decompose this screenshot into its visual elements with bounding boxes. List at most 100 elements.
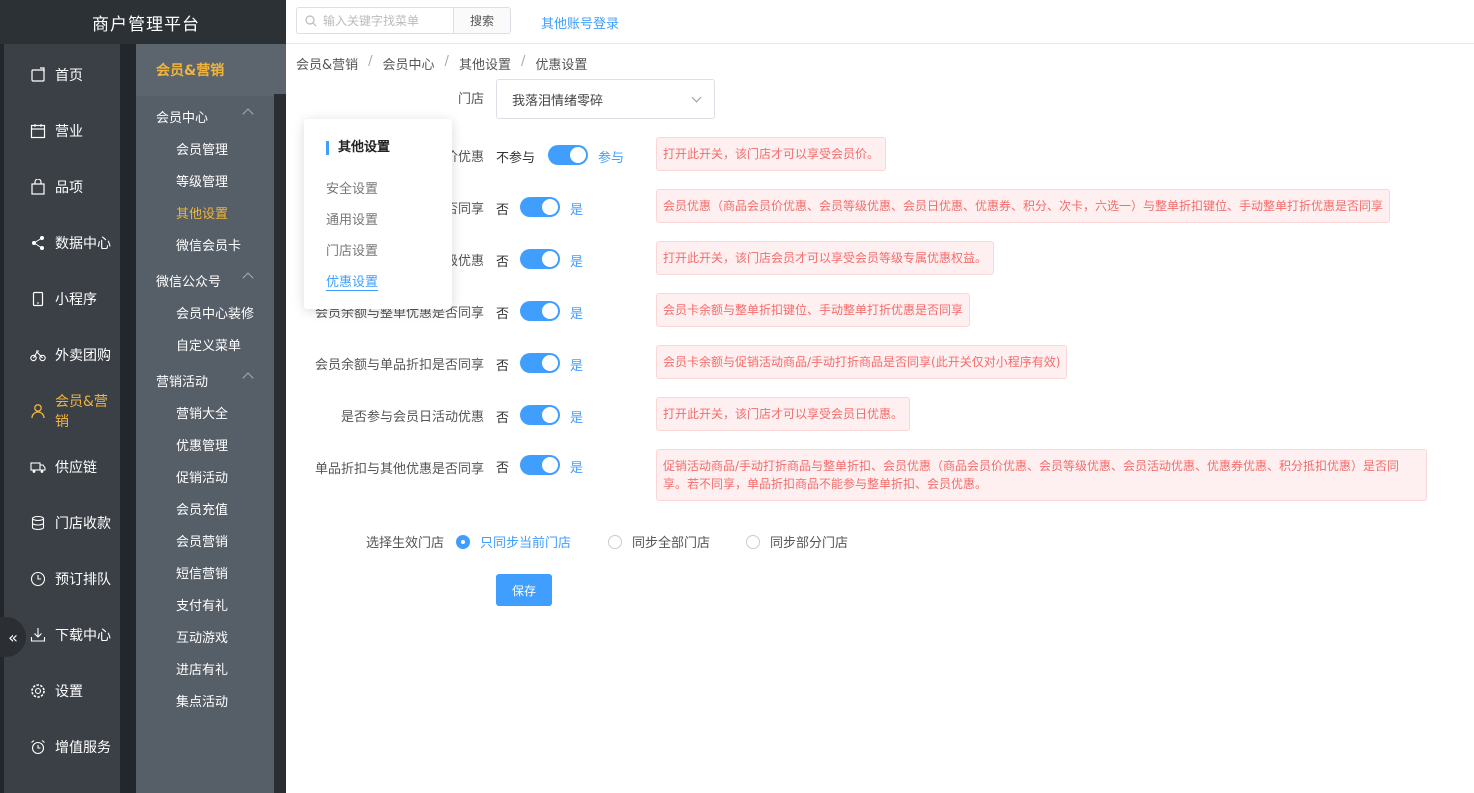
nav-item-reservation[interactable]: 预订排队: [4, 551, 120, 607]
subnav-item-member-manage[interactable]: 会员管理: [136, 132, 286, 164]
switch-on-text: 是: [570, 411, 584, 426]
nav-item-home[interactable]: 首页: [4, 47, 120, 103]
nav-label: 设置: [55, 684, 83, 700]
member-day-switch[interactable]: [520, 405, 560, 425]
nav-item-store-payment[interactable]: 门店收款: [4, 495, 120, 551]
switch-knob: [542, 407, 558, 423]
subnav-item-interactive-game[interactable]: 互动游戏: [136, 620, 286, 652]
balance-item-share-switch[interactable]: [520, 353, 560, 373]
nav-item-data-center[interactable]: 数据中心: [4, 215, 120, 271]
subnav-item-promotion[interactable]: 促销活动: [136, 460, 286, 492]
tip-member-day: 打开此开关，该门店才可以享受会员日优惠。: [656, 397, 911, 431]
chevron-up-icon: [242, 108, 254, 120]
subnav-item-wechat-card[interactable]: 微信会员卡: [136, 228, 286, 260]
nav-label: 预订排队: [55, 572, 111, 588]
nav-item-business[interactable]: 营业: [4, 103, 120, 159]
subnav-item-level-manage[interactable]: 等级管理: [136, 164, 286, 196]
save-button[interactable]: 保存: [496, 574, 552, 606]
subnav-item-marketing-all[interactable]: 营销大全: [136, 396, 286, 428]
level-discount-switch[interactable]: [520, 249, 560, 269]
subnav-group-marketing[interactable]: 营销活动: [136, 364, 286, 396]
store-label: 门店: [457, 92, 484, 107]
row-label-balance-item-share: 会员余额与单品折扣是否同享: [314, 358, 484, 373]
other-settings-popup: 其他设置 安全设置 通用设置 门店设置 优惠设置: [304, 119, 452, 309]
database-icon: [30, 515, 46, 531]
member-price-switch[interactable]: [548, 145, 588, 165]
tip-balance-item-share: 会员卡余额与促销活动商品/手动打折商品是否同享(此开关仅对小程序有效): [656, 345, 1068, 379]
breadcrumb-item[interactable]: 会员中心: [383, 54, 435, 73]
subnav-item-custom-menu[interactable]: 自定义菜单: [136, 328, 286, 360]
switch-on-text: 是: [570, 359, 584, 374]
sub-sidebar: 会员&营销 会员中心 会员管理 等级管理 其他设置 微信会员卡 微信公众号 会员…: [136, 44, 286, 793]
nav-item-settings[interactable]: 设置: [4, 663, 120, 719]
group-label: 会员中心: [156, 110, 209, 126]
subnav-item-member-center-decor[interactable]: 会员中心装修: [136, 296, 286, 328]
search-button[interactable]: 搜索: [453, 7, 511, 34]
subnav-item-sms-marketing[interactable]: 短信营销: [136, 556, 286, 588]
nav-label: 门店收款: [55, 516, 111, 532]
subnav-item-other-settings[interactable]: 其他设置: [136, 196, 286, 228]
popup-item-general[interactable]: 通用设置: [326, 209, 378, 228]
nav-item-products[interactable]: 品项: [4, 159, 120, 215]
switch-knob: [542, 251, 558, 267]
subnav-group-member-center[interactable]: 会员中心: [136, 100, 286, 132]
item-discount-share-switch[interactable]: [520, 455, 560, 475]
nav-label: 供应链: [55, 460, 97, 476]
radio-dot: [456, 534, 470, 549]
nav-item-value-added[interactable]: 增值服务: [4, 719, 120, 775]
main-sidebar: 商户管理平台 首页 营业 品项 数据中心 小程序 外卖团购 会员&营销 供应链 …: [0, 0, 286, 793]
subnav-item-discount-manage[interactable]: 优惠管理: [136, 428, 286, 460]
switch-off-text: 否: [496, 411, 510, 426]
nav-label: 会员&营销: [55, 394, 108, 430]
breadcrumb-separator: /: [520, 54, 526, 69]
popup-item-store[interactable]: 门店设置: [326, 240, 378, 259]
radio-some-stores[interactable]: 同步部分门店: [746, 532, 848, 551]
breadcrumb: 会员&营销 / 会员中心 / 其他设置 / 优惠设置: [296, 54, 587, 73]
group-label: 营销活动: [156, 374, 209, 390]
switch-off-text: 否: [496, 307, 510, 322]
breadcrumb-item[interactable]: 其他设置: [459, 54, 511, 73]
store-select[interactable]: 我落泪情绪零碎: [496, 79, 715, 119]
popup-item-discount[interactable]: 优惠设置: [326, 271, 378, 290]
radio-label: 同步部分门店: [770, 536, 849, 551]
search-icon: [305, 14, 317, 26]
breadcrumb-item[interactable]: 会员&营销: [296, 54, 358, 73]
switch-on-text: 是: [570, 203, 584, 218]
balance-order-share-switch[interactable]: [520, 301, 560, 321]
nav-label: 首页: [55, 68, 83, 84]
subnav-item-points-activity[interactable]: 集点活动: [136, 684, 286, 716]
nav-label: 外卖团购: [55, 348, 111, 364]
member-discount-share-switch[interactable]: [520, 197, 560, 217]
other-account-login-link[interactable]: 其他账号登录: [541, 13, 619, 32]
search-input[interactable]: [323, 13, 443, 28]
nav-item-supply-chain[interactable]: 供应链: [4, 439, 120, 495]
nav-item-takeaway[interactable]: 外卖团购: [4, 327, 120, 383]
popup-title: 其他设置: [326, 141, 390, 155]
radio-all-stores[interactable]: 同步全部门店: [608, 532, 710, 551]
gear-icon: [30, 683, 46, 699]
phone-icon: [30, 291, 46, 307]
user-icon: [30, 403, 46, 419]
radio-label: 同步全部门店: [632, 536, 711, 551]
main-nav: 首页 营业 品项 数据中心 小程序 外卖团购 会员&营销 供应链 门店收款 预订…: [4, 47, 120, 775]
nav-item-mini-program[interactable]: 小程序: [4, 271, 120, 327]
breadcrumb-separator: /: [368, 54, 373, 69]
radio-current-store[interactable]: 只同步当前门店: [456, 532, 571, 551]
effective-store-label: 选择生效门店: [365, 536, 444, 551]
switch-knob: [542, 457, 558, 473]
home-icon: [30, 67, 46, 83]
radio-dot: [608, 534, 622, 549]
truck-icon: [30, 459, 46, 475]
sub-sidebar-scrollbar[interactable]: [274, 94, 286, 793]
switch-knob: [542, 303, 558, 319]
subnav-item-pay-gift[interactable]: 支付有礼: [136, 588, 286, 620]
subnav-item-visit-gift[interactable]: 进店有礼: [136, 652, 286, 684]
subnav-group-wechat-official[interactable]: 微信公众号: [136, 264, 286, 296]
nav-item-member-marketing[interactable]: 会员&营销: [4, 383, 120, 439]
switch-on-text: 是: [570, 307, 584, 322]
popup-item-security[interactable]: 安全设置: [326, 178, 378, 197]
nav-label: 下载中心: [55, 628, 111, 644]
switch-on-text: 是: [570, 461, 584, 476]
subnav-item-member-recharge[interactable]: 会员充值: [136, 492, 286, 524]
chevron-up-icon: [242, 272, 254, 284]
